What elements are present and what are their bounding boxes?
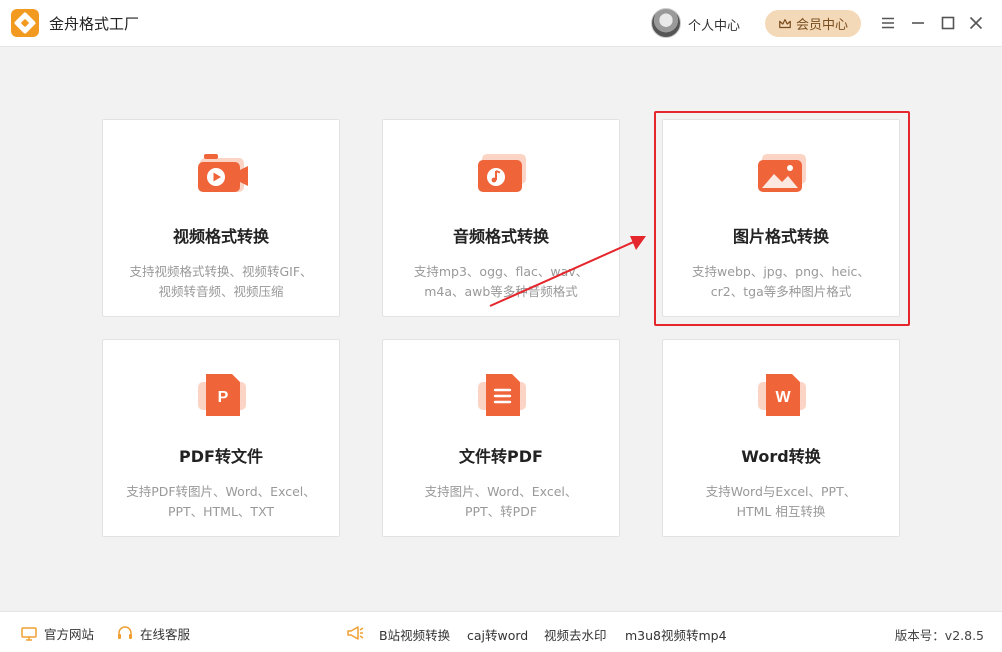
video-icon — [198, 154, 248, 192]
menu-icon — [882, 17, 894, 29]
card-title: PDF转文件 — [179, 447, 263, 466]
card-pdf-to-file[interactable]: P PDF转文件 支持PDF转图片、Word、Excel、 PPT、HTML、T… — [102, 339, 340, 537]
online-service-label: 在线客服 — [140, 627, 191, 642]
headset-icon — [118, 625, 132, 639]
maximize-icon — [941, 16, 955, 30]
card-description: 支持视频格式转换、视频转GIF、 视频转音频、视频压缩 — [129, 264, 313, 299]
card-description: 支持PDF转图片、Word、Excel、 PPT、HTML、TXT — [126, 484, 316, 519]
close-button[interactable] — [965, 12, 987, 34]
maximize-button[interactable] — [937, 12, 959, 34]
card-description: 支持mp3、ogg、flac、wav、 m4a、awb等多种音频格式 — [413, 264, 589, 299]
crown-icon — [779, 18, 791, 28]
app-logo-icon — [11, 9, 39, 37]
user-center-link[interactable]: 个人中心 — [688, 15, 740, 34]
footer-link-m3u8[interactable]: m3u8视频转mp4 — [625, 625, 727, 644]
version-label: 版本号：v2.8.5 — [894, 628, 984, 643]
official-website-label: 官方网站 — [44, 627, 95, 642]
avatar[interactable] — [651, 8, 681, 38]
svg-text:W: W — [775, 389, 791, 406]
footer-link-caj[interactable]: caj转word — [467, 625, 528, 644]
card-file-to-pdf[interactable]: 文件转PDF 支持图片、Word、Excel、 PPT、转PDF — [382, 339, 620, 537]
document-icon — [478, 374, 526, 416]
card-audio-convert[interactable]: 音频格式转换 支持mp3、ogg、flac、wav、 m4a、awb等多种音频格… — [382, 119, 620, 317]
card-title: 文件转PDF — [459, 447, 543, 466]
card-title: 音频格式转换 — [452, 227, 549, 246]
online-service-link[interactable]: 在线客服 — [116, 624, 190, 643]
monitor-icon — [21, 626, 37, 641]
card-title: Word转换 — [741, 447, 821, 466]
card-title: 图片格式转换 — [732, 227, 829, 246]
minimize-icon — [912, 22, 924, 24]
official-website-link[interactable]: 官方网站 — [20, 624, 94, 643]
footer-link-watermark[interactable]: 视频去水印 — [544, 625, 607, 644]
app-title: 金舟格式工厂 — [49, 15, 140, 33]
footer-link-bilibili[interactable]: B站视频转换 — [379, 625, 450, 644]
word-icon: W — [758, 374, 806, 416]
audio-icon — [478, 154, 526, 192]
minimize-button[interactable] — [907, 12, 929, 34]
svg-text:P: P — [218, 389, 229, 406]
card-description: 支持webp、jpg、png、heic、 cr2、tga等多种图片格式 — [692, 264, 870, 299]
card-title: 视频格式转换 — [172, 227, 269, 246]
card-word-convert[interactable]: W Word转换 支持Word与Excel、PPT、 HTML 相互转换 — [662, 339, 900, 537]
menu-button[interactable] — [877, 12, 899, 34]
card-description: 支持Word与Excel、PPT、 HTML 相互转换 — [705, 484, 857, 519]
card-description: 支持图片、Word、Excel、 PPT、转PDF — [424, 484, 578, 519]
vip-center-label: 会员中心 — [795, 18, 848, 33]
megaphone-icon — [347, 626, 364, 640]
title-bar: 金舟格式工厂 个人中心 会员中心 — [0, 0, 1002, 47]
card-image-convert[interactable]: 图片格式转换 支持webp、jpg、png、heic、 cr2、tga等多种图片… — [662, 119, 900, 317]
card-video-convert[interactable]: 视频格式转换 支持视频格式转换、视频转GIF、 视频转音频、视频压缩 — [102, 119, 340, 317]
vip-center-button[interactable]: 会员中心 — [765, 10, 861, 37]
footer-bar: 官方网站 在线客服 B站视频转换 caj转word 视频去水印 m3u8视频转m… — [0, 611, 1002, 652]
pdf-icon: P — [198, 374, 246, 416]
image-icon — [758, 154, 806, 192]
close-icon — [969, 16, 983, 30]
